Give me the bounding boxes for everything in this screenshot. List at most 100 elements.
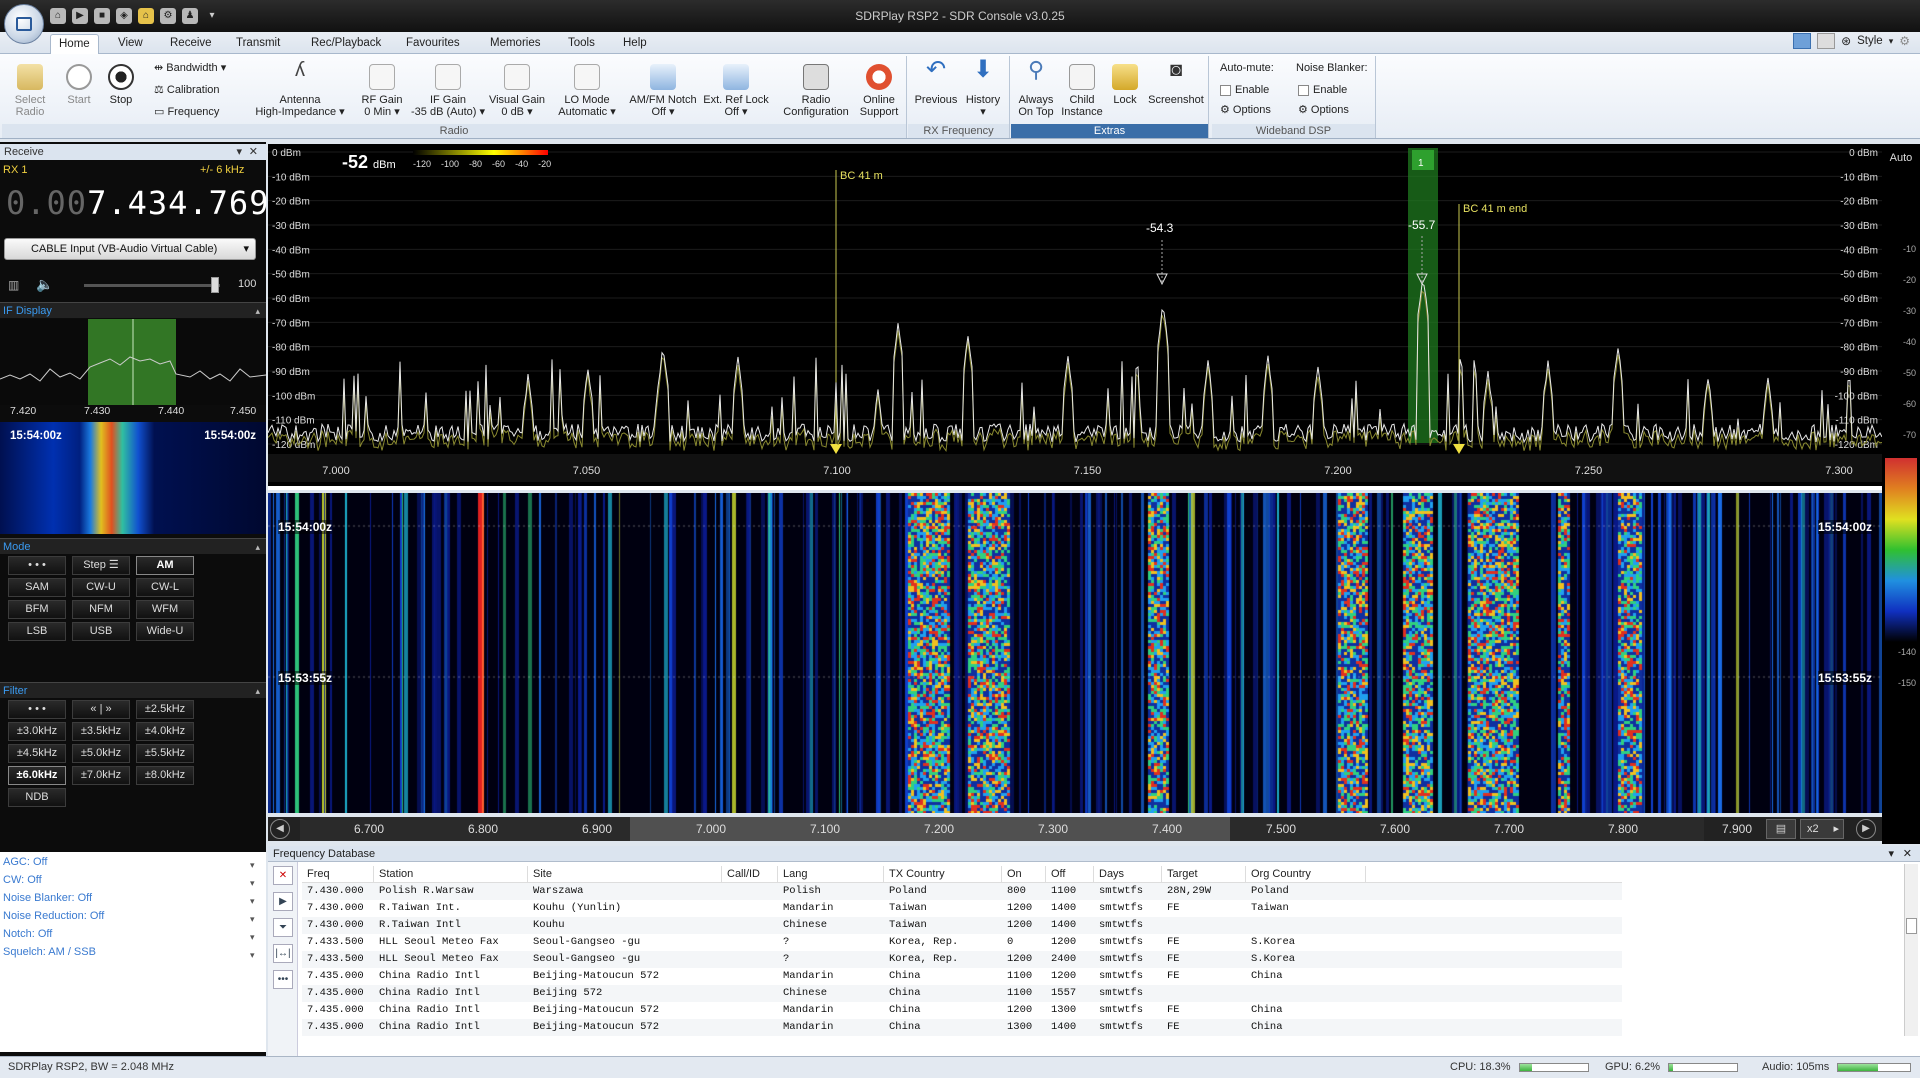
scroll-left-button[interactable]: ◀ xyxy=(270,819,290,839)
waterfall-display[interactable]: 15:54:00z 15:53:55z 15:54:00z 15:53:55z xyxy=(268,493,1882,813)
vertical-scrollbar[interactable] xyxy=(1904,864,1918,1036)
style-menu[interactable]: Style xyxy=(1857,35,1883,47)
history-button[interactable]: ⬇ History ▾ xyxy=(960,58,1006,119)
auto-mute-options-button[interactable]: ⚙ Options xyxy=(1220,104,1271,116)
globe-icon[interactable]: ⊛ xyxy=(1841,34,1851,48)
tune-icon[interactable]: ▶ xyxy=(273,892,293,911)
calibration-button[interactable]: ⚖ Calibration xyxy=(154,84,220,96)
meter-icon[interactable]: ▥ xyxy=(8,278,19,292)
start-button[interactable]: Start xyxy=(62,64,96,106)
filter-button-10[interactable]: ±7.0kHz xyxy=(72,766,130,785)
filter-icon[interactable]: ⏷ xyxy=(273,918,293,937)
mode-button-7[interactable]: NFM xyxy=(72,600,130,619)
notch-status[interactable]: Notch: Off xyxy=(3,928,52,940)
waterfall-color-bar[interactable] xyxy=(1885,458,1917,642)
settings-icon[interactable]: ⚙ xyxy=(1899,34,1910,48)
if-spectrum[interactable] xyxy=(0,319,266,405)
tab-favourites[interactable]: Favourites xyxy=(398,34,468,54)
filter-button-6[interactable]: ±4.5kHz xyxy=(8,744,66,763)
stop-button[interactable]: Stop xyxy=(104,64,138,106)
auto-mute-enable-checkbox[interactable]: Enable xyxy=(1220,84,1269,96)
column-header[interactable]: Station xyxy=(374,866,528,882)
layout-dual-icon[interactable] xyxy=(1817,33,1836,49)
column-header[interactable]: Days xyxy=(1094,866,1162,882)
table-row[interactable]: 7.430.000 R.Taiwan Intl Kouhu Chinese Taiwan… xyxy=(302,917,1622,934)
band-start-marker[interactable] xyxy=(830,444,842,454)
spectrum-display[interactable]: 0 dBm 0 dBm -10 dBm -10 dBm -20 dBm -20 dBm -3… xyxy=(267,144,1883,490)
speaker-icon[interactable]: 🔈 xyxy=(36,276,53,293)
auto-scale-button[interactable]: Auto xyxy=(1882,152,1920,164)
span-icon[interactable]: |↔| xyxy=(273,944,293,963)
mode-button-3[interactable]: SAM xyxy=(8,578,66,597)
table-row[interactable]: 7.433.500 HLL Seoul Meteo Fax Seoul-Gangse… xyxy=(302,934,1622,951)
column-header[interactable]: On xyxy=(1002,866,1046,882)
child-instance-button[interactable]: Child Instance xyxy=(1059,64,1105,118)
mode-button-11[interactable]: Wide-U xyxy=(136,622,194,641)
noise-blanker-enable-checkbox[interactable]: Enable xyxy=(1298,84,1347,96)
waterfall-frequency-axis[interactable]: ◀ 6.700 6.800 6.900 7.000 7.100 7.200 7.300 7.4… xyxy=(268,817,1882,841)
column-header[interactable]: Call/ID xyxy=(722,866,778,882)
zoom-select[interactable]: x2 ▸ xyxy=(1800,819,1844,839)
expand-arrows[interactable]: ▾ ▾ ▾ ▾ ▾ ▾ xyxy=(250,856,255,964)
mode-header[interactable]: Mode ▴ xyxy=(0,538,266,554)
always-on-top-button[interactable]: ⚲ Always On Top xyxy=(1015,59,1057,119)
mode-button-10[interactable]: USB xyxy=(72,622,130,641)
tab-rec-playback[interactable]: Rec/Playback xyxy=(303,34,389,54)
rf-gain-button[interactable]: RF Gain 0 Min ▾ xyxy=(352,64,412,118)
frequency-display[interactable]: 0.007.434.769 xyxy=(6,184,269,222)
antenna-button[interactable]: ʎ Antenna High-Impedance ▾ xyxy=(250,60,350,118)
volume-slider[interactable] xyxy=(84,277,220,293)
column-header[interactable]: Off xyxy=(1046,866,1094,882)
mode-button-8[interactable]: WFM xyxy=(136,600,194,619)
close-icon[interactable]: ✕ xyxy=(249,144,258,160)
filter-button-7[interactable]: ±5.0kHz xyxy=(72,744,130,763)
mode-button-1[interactable]: Step ☰ xyxy=(72,556,130,575)
column-header[interactable]: Org Country xyxy=(1246,866,1366,882)
noise-blanker-options-button[interactable]: ⚙ Options xyxy=(1298,104,1349,116)
column-header[interactable]: Site xyxy=(528,866,722,882)
radio-configuration-button[interactable]: Radio Configuration xyxy=(778,64,854,118)
column-header[interactable]: Lang xyxy=(778,866,884,882)
band-end-marker[interactable] xyxy=(1453,444,1465,454)
vfo-passband[interactable] xyxy=(1408,148,1438,443)
noise-blanker-status[interactable]: Noise Blanker: Off xyxy=(3,892,92,904)
mode-button-6[interactable]: BFM xyxy=(8,600,66,619)
tab-memories[interactable]: Memories xyxy=(482,34,548,54)
mode-button-5[interactable]: CW-L xyxy=(136,578,194,597)
column-header[interactable]: TX Country xyxy=(884,866,1002,882)
filter-button-9[interactable]: ±6.0kHz xyxy=(8,766,66,785)
tab-transmit[interactable]: Transmit xyxy=(228,34,288,54)
noise-reduction-status[interactable]: Noise Reduction: Off xyxy=(3,910,104,922)
frequency-button[interactable]: ▭ Frequency xyxy=(154,106,219,118)
agc-status[interactable]: AGC: Off xyxy=(3,856,47,868)
tab-tools[interactable]: Tools xyxy=(560,34,603,54)
clear-filter-icon[interactable]: ✕ xyxy=(273,866,293,885)
if-gain-button[interactable]: IF Gain -35 dB (Auto) ▾ xyxy=(410,64,486,118)
ext-ref-lock-button[interactable]: Ext. Ref Lock Off ▾ xyxy=(700,64,772,118)
filter-header[interactable]: Filter ▴ xyxy=(0,682,266,698)
filter-button-1[interactable]: « | » xyxy=(72,700,130,719)
chevron-down-icon[interactable]: ▾ xyxy=(1889,36,1894,47)
table-row[interactable]: 7.433.500 HLL Seoul Meteo Fax Seoul-Gangse… xyxy=(302,951,1622,968)
filter-button-11[interactable]: ±8.0kHz xyxy=(136,766,194,785)
layout-single-icon[interactable] xyxy=(1793,33,1812,49)
chevron-down-icon[interactable]: ▾ xyxy=(1888,846,1894,862)
filter-button-2[interactable]: ±2.5kHz xyxy=(136,700,194,719)
screenshot-button[interactable]: ◙ Screenshot xyxy=(1145,60,1207,106)
tab-help[interactable]: Help xyxy=(615,34,655,54)
filter-button-3[interactable]: ±3.0kHz xyxy=(8,722,66,741)
scrollbar-thumb[interactable] xyxy=(1906,918,1917,934)
audio-output-select[interactable]: CABLE Input (VB-Audio Virtual Cable) ▾ xyxy=(4,238,256,260)
visual-gain-button[interactable]: Visual Gain 0 dB ▾ xyxy=(484,64,550,118)
mode-button-9[interactable]: LSB xyxy=(8,622,66,641)
table-row[interactable]: 7.430.000 Polish R.Warsaw Warszawa Polish Po… xyxy=(302,883,1622,900)
tab-receive[interactable]: Receive xyxy=(162,34,220,54)
chevron-down-icon[interactable]: ▾ xyxy=(236,144,242,160)
table-row[interactable]: 7.435.000 China Radio Intl Beijing-Matoucu… xyxy=(302,968,1622,985)
online-support-button[interactable]: Online Support xyxy=(854,64,904,118)
if-waterfall[interactable]: 15:54:00z 15:54:00z xyxy=(0,422,266,534)
squelch-status[interactable]: Squelch: AM / SSB xyxy=(3,946,96,958)
cw-status[interactable]: CW: Off xyxy=(3,874,42,886)
waterfall-canvas[interactable] xyxy=(268,493,1882,813)
filter-button-8[interactable]: ±5.5kHz xyxy=(136,744,194,763)
